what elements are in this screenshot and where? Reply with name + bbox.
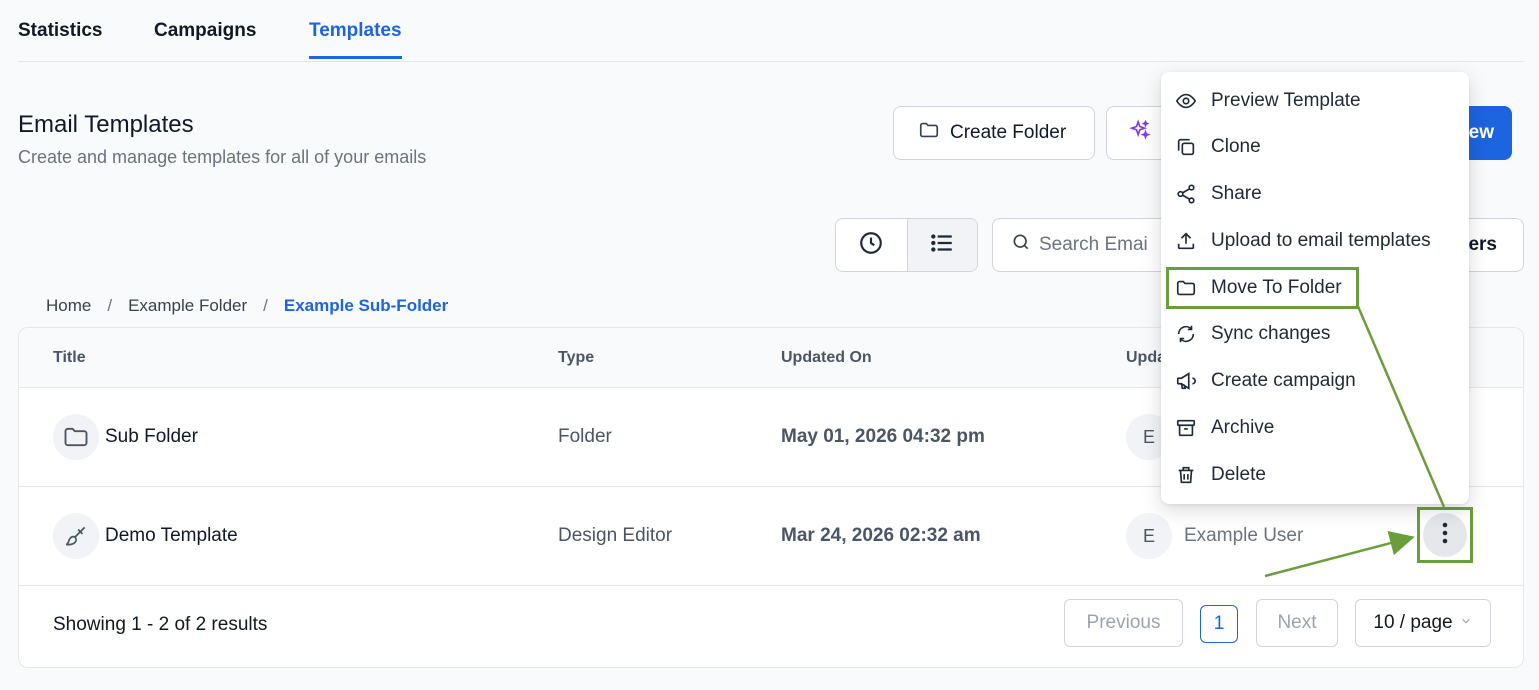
menu-item-label: Preview Template — [1211, 90, 1361, 111]
folder-icon — [918, 119, 940, 147]
column-updated-on: Updated On — [781, 349, 872, 366]
row-updated-on: Mar 24, 2026 02:32 am — [781, 525, 981, 546]
previous-page-button[interactable]: Previous — [1064, 599, 1183, 647]
upload-icon — [1175, 230, 1197, 252]
copy-icon — [1175, 136, 1197, 158]
menu-item-label: Upload to email templates — [1211, 230, 1431, 251]
breadcrumb-home[interactable]: Home — [46, 296, 91, 316]
menu-item-label: Clone — [1211, 136, 1261, 157]
view-toggle — [835, 218, 978, 272]
more-actions-button[interactable] — [1423, 513, 1467, 557]
row-actions-highlight — [1417, 507, 1473, 563]
row-title[interactable]: Sub Folder — [105, 426, 198, 448]
tab-bar: Statistics Campaigns Templates — [18, 0, 1524, 62]
column-title: Title — [53, 349, 86, 366]
trash-icon — [1175, 464, 1197, 486]
megaphone-icon — [1175, 370, 1197, 392]
menu-item-label: Create campaign — [1211, 370, 1356, 391]
sparkles-icon — [1129, 119, 1151, 147]
tab-templates[interactable]: Templates — [309, 20, 402, 59]
search-icon — [1011, 232, 1031, 258]
sync-icon — [1175, 323, 1197, 345]
brush-icon — [53, 513, 99, 559]
filters-label: ers — [1468, 234, 1497, 255]
avatar: E — [1126, 513, 1172, 559]
tab-campaigns[interactable]: Campaigns — [154, 20, 256, 58]
menu-item-preview-template[interactable]: Preview Template — [1161, 81, 1469, 121]
menu-item-create-campaign[interactable]: Create campaign — [1161, 361, 1469, 401]
row-type: Folder — [558, 426, 612, 447]
archive-icon — [1175, 417, 1197, 439]
next-page-button[interactable]: Next — [1256, 599, 1338, 647]
row-type: Design Editor — [558, 525, 673, 546]
row-updated-by: Example User — [1184, 525, 1304, 546]
menu-item-clone[interactable]: Clone — [1161, 127, 1469, 167]
menu-item-share[interactable]: Share — [1161, 174, 1469, 214]
chevron-down-icon — [1459, 612, 1473, 634]
breadcrumb: Home / Example Folder / Example Sub-Fold… — [46, 296, 448, 316]
menu-item-label: Delete — [1211, 464, 1266, 485]
tab-statistics[interactable]: Statistics — [18, 20, 102, 58]
folder-icon — [53, 414, 99, 460]
breadcrumb-example-folder[interactable]: Example Folder — [128, 296, 247, 316]
menu-item-archive[interactable]: Archive — [1161, 408, 1469, 448]
create-folder-button[interactable]: Create Folder — [893, 106, 1095, 160]
menu-item-upload-to-email-templates[interactable]: Upload to email templates — [1161, 221, 1469, 261]
breadcrumb-separator: / — [107, 296, 113, 315]
breadcrumb-separator: / — [263, 296, 268, 315]
menu-item-sync-changes[interactable]: Sync changes — [1161, 314, 1469, 354]
menu-item-label: Sync changes — [1211, 323, 1331, 344]
results-summary: Showing 1 - 2 of 2 results — [53, 614, 268, 635]
page-title: Email Templates — [18, 111, 194, 138]
move-to-folder-highlight — [1166, 267, 1359, 309]
page-size-select[interactable]: 10 / page — [1355, 599, 1491, 647]
clock-icon — [858, 230, 884, 261]
search-placeholder: Search Emai — [1039, 234, 1148, 255]
row-title[interactable]: Demo Template — [105, 525, 238, 547]
create-folder-label: Create Folder — [950, 122, 1067, 143]
row-updated-on: May 01, 2026 04:32 pm — [781, 426, 985, 447]
list-view-button[interactable] — [906, 219, 977, 271]
page-subtitle: Create and manage templates for all of y… — [18, 147, 427, 167]
breadcrumb-current: Example Sub-Folder — [283, 296, 449, 315]
page-size-value: 10 / page — [1373, 612, 1453, 633]
kebab-icon — [1442, 522, 1448, 549]
column-updated-by: Upda — [1126, 349, 1166, 366]
menu-item-label: Archive — [1211, 417, 1275, 438]
new-template-label: ew — [1468, 122, 1494, 143]
recent-view-button[interactable] — [836, 219, 907, 271]
page-1-button[interactable]: 1 — [1200, 605, 1238, 643]
menu-item-label: Share — [1211, 183, 1262, 204]
eye-icon — [1175, 90, 1197, 112]
share-icon — [1175, 183, 1197, 205]
list-icon — [929, 230, 955, 261]
menu-item-delete[interactable]: Delete — [1161, 455, 1469, 495]
column-type: Type — [558, 349, 595, 366]
